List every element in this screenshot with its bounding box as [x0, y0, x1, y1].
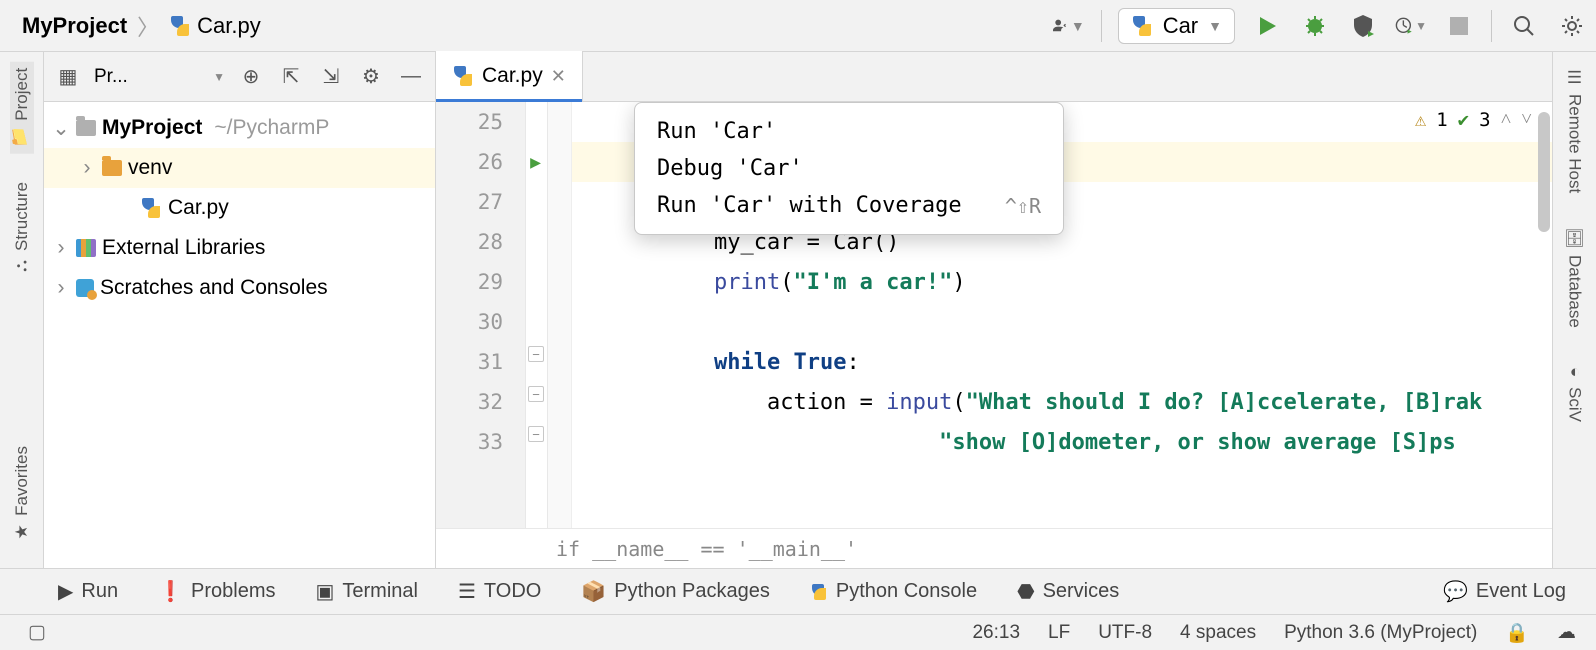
close-icon[interactable]: ✕: [551, 66, 566, 87]
editor-breadcrumb[interactable]: if __name__ == '__main__': [436, 528, 1552, 568]
event-log-tool[interactable]: 💬Event Log: [1443, 579, 1566, 604]
tree-venv[interactable]: › venv: [44, 148, 435, 188]
project-view-icon[interactable]: ▦: [54, 63, 82, 91]
library-icon: [76, 239, 96, 257]
bottom-toolbar: ▶Run ❗Problems ▣Terminal ☰TODO 📦Python P…: [0, 568, 1596, 614]
services-tool[interactable]: ⬣Services: [1017, 579, 1119, 604]
folder-icon: [102, 160, 122, 176]
code-area[interactable]: 25 26 27 28 29 30 31 32 33 − − −: [436, 102, 1552, 528]
chevron-down-icon: ▼: [1208, 18, 1222, 34]
gear-icon[interactable]: [1556, 10, 1588, 42]
profile-button[interactable]: ▼: [1395, 10, 1427, 42]
editor: Car.py ✕ 25 26 27 28 29 30 31 32 33: [436, 52, 1552, 568]
python-file-icon: [169, 15, 191, 37]
shortcut-hint: ^⇧R: [1005, 194, 1041, 218]
problems-tool[interactable]: ❗Problems: [158, 579, 275, 604]
chevron-right-icon: 〉: [133, 10, 163, 42]
warning-icon: ⚠: [1415, 109, 1426, 131]
inspection-widget[interactable]: ⚠1 ✔3 ˄ ˅: [1415, 108, 1532, 131]
ide-status-icon[interactable]: ☁: [1557, 621, 1576, 644]
terminal-tool[interactable]: ▣Terminal: [315, 579, 417, 604]
navigation-bar: MyProject 〉 Car.py ▼ Car ▼: [0, 0, 1596, 52]
menu-run[interactable]: Run 'Car': [635, 113, 1063, 150]
line-separator[interactable]: LF: [1048, 622, 1070, 644]
lock-icon[interactable]: 🔒: [1505, 621, 1529, 645]
favorites-tool-tab[interactable]: ★Favorites: [10, 440, 34, 548]
fold-marker[interactable]: −: [528, 386, 544, 402]
chevron-up-icon[interactable]: ˄: [1501, 108, 1512, 131]
left-tool-strip: 📁Project ⛬Structure ★Favorites: [0, 52, 44, 568]
remote-host-tab[interactable]: ☰Remote Host: [1563, 62, 1587, 199]
folder-icon: [76, 120, 96, 136]
sciview-tab[interactable]: ◐SciV: [1563, 356, 1587, 428]
run-button[interactable]: [1251, 10, 1283, 42]
breadcrumb[interactable]: MyProject 〉 Car.py: [8, 10, 261, 42]
encoding[interactable]: UTF-8: [1098, 622, 1152, 644]
coverage-button[interactable]: [1347, 10, 1379, 42]
tree-external-libraries[interactable]: › External Libraries: [44, 228, 435, 268]
editor-tab-car[interactable]: Car.py ✕: [436, 51, 583, 101]
project-tool-tab[interactable]: 📁Project: [10, 62, 34, 154]
tree-scratches[interactable]: › Scratches and Consoles: [44, 268, 435, 308]
fold-gutter[interactable]: − − −: [526, 102, 548, 528]
code-text[interactable]: ⚠1 ✔3 ˄ ˅ : my_car = Car() print("I'm a …: [548, 102, 1552, 528]
check-icon: ✔: [1458, 109, 1469, 131]
scrollbar-thumb[interactable]: [1538, 112, 1550, 232]
python-packages-tool[interactable]: 📦Python Packages: [581, 579, 770, 604]
python-console-tool[interactable]: Python Console: [810, 580, 977, 603]
right-tool-strip: ☰Remote Host 🗄Database ◐SciV: [1552, 52, 1596, 568]
user-icon[interactable]: ▼: [1053, 10, 1085, 42]
run-config-name: Car: [1163, 13, 1198, 39]
stop-button[interactable]: [1443, 10, 1475, 42]
tree-root[interactable]: ⌄ MyProject ~/PycharmP: [44, 108, 435, 148]
python-file-icon: [452, 65, 474, 87]
tree-file-car[interactable]: Car.py: [44, 188, 435, 228]
editor-tab-label: Car.py: [482, 64, 543, 88]
breadcrumb-file[interactable]: Car.py: [197, 13, 261, 39]
status-bar-left-icon[interactable]: ▢: [28, 621, 46, 644]
python-file-icon: [140, 197, 162, 219]
project-panel-title[interactable]: Pr...: [94, 66, 201, 88]
hide-panel-icon[interactable]: —: [397, 63, 425, 91]
project-tree[interactable]: ⌄ MyProject ~/PycharmP › venv Car.py: [44, 102, 435, 314]
breadcrumb-project[interactable]: MyProject: [22, 13, 127, 39]
project-toolbar: ▦ Pr... ▼ ⊕ ⇱ ⇲ ⚙ —: [44, 52, 435, 102]
indent[interactable]: 4 spaces: [1180, 622, 1256, 644]
line-gutter[interactable]: 25 26 27 28 29 30 31 32 33: [436, 102, 526, 528]
cursor-position[interactable]: 26:13: [972, 622, 1020, 644]
expand-all-icon[interactable]: ⇱: [277, 63, 305, 91]
status-bar: ▢ 26:13 LF UTF-8 4 spaces Python 3.6 (My…: [0, 614, 1596, 650]
menu-coverage[interactable]: Run 'Car' with Coverage ^⇧R: [635, 187, 1063, 224]
chevron-down-icon[interactable]: ˅: [1521, 108, 1532, 131]
run-config-selector[interactable]: Car ▼: [1118, 8, 1235, 44]
fold-marker[interactable]: −: [528, 346, 544, 362]
editor-tabs: Car.py ✕: [436, 52, 1552, 102]
interpreter[interactable]: Python 3.6 (MyProject): [1284, 622, 1477, 644]
python-icon: [1131, 15, 1153, 37]
collapse-all-icon[interactable]: ⇲: [317, 63, 345, 91]
run-tool[interactable]: ▶Run: [58, 579, 118, 604]
panel-gear-icon[interactable]: ⚙: [357, 63, 385, 91]
structure-tool-tab[interactable]: ⛬Structure: [10, 176, 34, 280]
project-panel: ▦ Pr... ▼ ⊕ ⇱ ⇲ ⚙ — ⌄ MyProject ~/Pychar…: [44, 52, 436, 568]
scratch-icon: [76, 279, 94, 297]
fold-marker[interactable]: −: [528, 426, 544, 442]
search-icon[interactable]: [1508, 10, 1540, 42]
todo-tool[interactable]: ☰TODO: [458, 579, 541, 604]
menu-debug[interactable]: Debug 'Car': [635, 150, 1063, 187]
locate-icon[interactable]: ⊕: [237, 63, 265, 91]
run-context-menu[interactable]: Run 'Car' Debug 'Car' Run 'Car' with Cov…: [634, 102, 1064, 235]
debug-button[interactable]: [1299, 10, 1331, 42]
database-tab[interactable]: 🗄Database: [1563, 221, 1587, 333]
